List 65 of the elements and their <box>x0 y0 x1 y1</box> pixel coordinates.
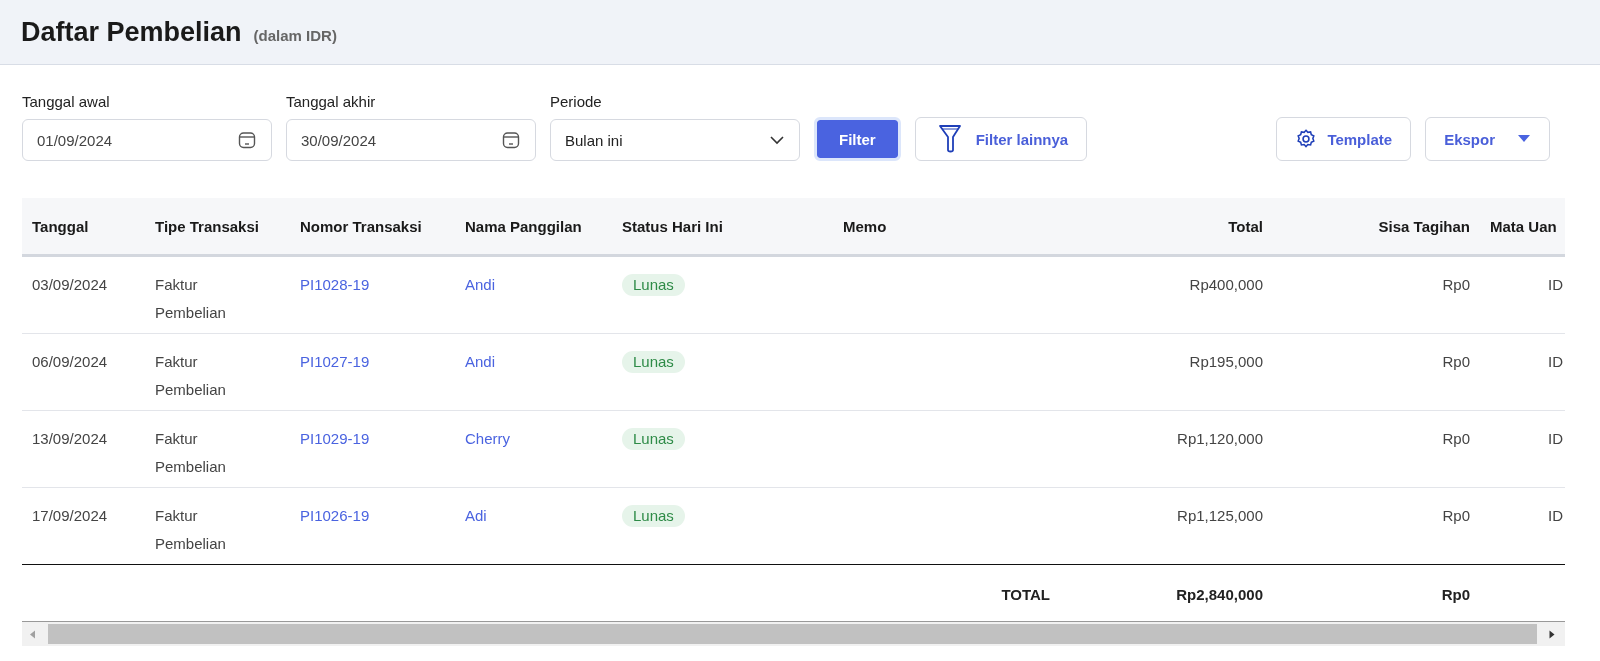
export-button[interactable]: Ekspor <box>1425 117 1550 161</box>
chevron-down-icon <box>769 135 785 145</box>
scroll-left-icon[interactable] <box>30 629 36 639</box>
column-header: Nomor Transaksi <box>290 198 455 256</box>
template-button[interactable]: Template <box>1276 117 1412 161</box>
status-badge: Lunas <box>622 505 685 527</box>
table-cell: Rp1,120,000 <box>1060 410 1273 488</box>
field-label: Tanggal akhir <box>286 93 377 110</box>
settings-icon <box>1295 128 1318 150</box>
link[interactable]: PI1026-19 <box>300 507 370 524</box>
table-cell: Rp1,125,000 <box>1060 487 1273 565</box>
table-cell: Faktur Pembelian <box>145 410 290 488</box>
table-cell: ID <box>1480 410 1565 488</box>
link[interactable]: Adi <box>465 507 487 524</box>
table-cell: ID <box>1480 333 1565 411</box>
table-cell: ID <box>1480 487 1565 565</box>
table-cell: Rp195,000 <box>1060 333 1273 411</box>
date-field[interactable]: 01/09/2024 <box>22 119 272 161</box>
table-cell: Rp0 <box>1273 487 1480 565</box>
column-header: Mata Uan <box>1480 198 1565 256</box>
link[interactable]: PI1029-19 <box>300 430 370 447</box>
column-header: Nama Panggilan <box>455 198 612 256</box>
table-cell: Rp0 <box>1273 333 1480 411</box>
table-cell: Faktur Pembelian <box>145 255 290 334</box>
field-label: Periode <box>550 93 603 110</box>
status-badge: Lunas <box>622 274 685 296</box>
column-header: Tanggal <box>22 198 145 256</box>
table-cell: Faktur Pembelian <box>145 333 290 411</box>
column-header: Total <box>1060 198 1273 256</box>
calendar-icon <box>501 130 521 150</box>
link[interactable]: PI1027-19 <box>300 353 370 370</box>
status-badge: Lunas <box>622 428 685 450</box>
status-badge: Lunas <box>622 351 685 373</box>
currency-note: (dalam IDR) <box>253 26 337 44</box>
more-filters-button[interactable]: Filter lainnya <box>914 117 1088 161</box>
column-header: Tipe Transaksi <box>145 198 290 256</box>
link[interactable]: PI1028-19 <box>300 276 370 293</box>
period-dropdown[interactable]: Bulan ini <box>550 119 800 161</box>
table-cell: 06/09/2024 <box>22 333 145 411</box>
table-cell: Rp400,000 <box>1060 255 1273 334</box>
table-cell: 17/09/2024 <box>22 487 145 565</box>
total-amount: Rp2,840,000 <box>1060 564 1273 622</box>
field-label: Tanggal awal <box>22 93 111 110</box>
date-field[interactable]: 30/09/2024 <box>286 119 536 161</box>
link[interactable]: Andi <box>465 276 496 293</box>
calendar-icon <box>237 130 257 150</box>
table-cell: 13/09/2024 <box>22 410 145 488</box>
table-cell: Faktur Pembelian <box>145 487 290 565</box>
caret-icon <box>1517 135 1531 143</box>
table-cell: Rp0 <box>1273 410 1480 488</box>
horizontal-scrollbar[interactable] <box>22 622 1565 646</box>
funnel-icon <box>937 124 962 154</box>
table-cell: ID <box>1480 255 1565 334</box>
table-cell: 03/09/2024 <box>22 255 145 334</box>
column-header: Status Hari Ini <box>612 198 833 256</box>
link[interactable]: Cherry <box>465 430 510 447</box>
filter-button[interactable]: Filter <box>814 117 901 161</box>
column-header: Sisa Tagihan <box>1273 198 1480 256</box>
link[interactable]: Andi <box>465 353 496 370</box>
total-label: TOTAL <box>833 564 1060 622</box>
scroll-right-icon[interactable] <box>1549 629 1555 639</box>
total-remaining: Rp0 <box>1273 564 1480 622</box>
column-header: Memo <box>833 198 1060 256</box>
page-title: Daftar Pembelian <box>21 16 242 48</box>
table-cell: Rp0 <box>1273 255 1480 334</box>
